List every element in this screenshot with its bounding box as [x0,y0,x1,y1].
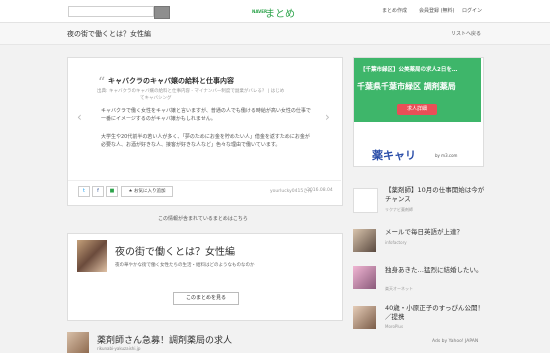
add-favorite-label: お気に入り追加 [133,189,166,194]
add-favorite-button[interactable]: ★ お気に入り追加 [121,186,173,197]
login-link[interactable]: ログイン [462,7,482,14]
create-matome-link[interactable]: まとめ作成 [382,7,407,14]
article-source[interactable]: 出典: キャバクラのキャバ嬢の給料と仕事内容 - マイナンバー制度で副業がバレる… [97,88,284,94]
register-link[interactable]: 会員登録 (無料) [419,7,455,14]
page-title: 夜の街で働くとは？女性編 [67,30,151,38]
prev-arrow-icon[interactable]: ‹ [77,110,82,124]
banner-logo-sub: by m3.com [435,153,458,158]
article-title[interactable]: キャバクラのキャバ嬢の給料と仕事内容 [108,76,234,86]
side-item-thumbnail[interactable] [353,229,376,252]
banner-line1[interactable]: 【千葉市緑区】公美薬局の求人2日を… [360,65,457,73]
side-item-thumbnail[interactable] [353,266,376,289]
banner-logo[interactable]: 薬キャリ [372,147,416,163]
side-item-title[interactable]: 【薬剤師】10月の仕事開始は今がチャンス [385,186,485,204]
article-paragraph: 大学生や20代前半の若い人が多く、「夢のためにお金を貯めたい人」借金を返すために… [101,134,310,148]
side-item-thumbnail[interactable] [353,188,378,213]
side-item-title[interactable]: 40歳・小原正子のすっぴん公開！／提携 [385,304,485,322]
article-paragraph: キャバクラで働く女性をキャバ嬢と言いますが、普通の人でも働ける時給が高い女性の仕… [101,108,311,122]
search-input[interactable] [68,6,154,17]
included-label: この情報が含まれているまとめはこちら [158,216,248,222]
twitter-share-icon[interactable]: t [78,186,90,197]
side-item-source: MoroPlus [385,324,404,329]
side-item-thumbnail[interactable] [353,306,376,329]
matome-description: 夜の華やかな街で働く女性たちの生活・給料はどのようなものなのか [115,263,255,268]
ad-url[interactable]: rikunabi-yakuzaishi.jp [97,346,140,351]
back-to-list-link[interactable]: リストへ戻る [451,30,481,37]
side-item-source: 楽天オーネット [385,286,413,291]
side-item-source: リクナビ薬剤師 [385,207,413,212]
side-item-title[interactable]: 独身あきた…猛烈に結婚したい。 [385,266,485,275]
line-share-icon[interactable]: ■ [106,186,118,197]
view-matome-button[interactable]: このまとめを見る [173,292,239,305]
banner-line2[interactable]: 千葉県千葉市緑区 調剤薬局 [357,81,456,92]
ads-by-label[interactable]: Ads by Yahoo! JAPAN [432,339,478,344]
side-item-source: infofactory [385,240,407,245]
banner-job-button[interactable]: 求人詳細 [397,104,437,115]
ad-thumbnail[interactable] [67,332,89,353]
ad-title[interactable]: 薬剤師さん急募！調剤薬局の求人 [97,333,232,346]
article-source-cont[interactable]: てキャバシング [140,95,172,101]
post-date: 2016.08.04 [307,188,333,193]
matome-title[interactable]: 夜の街で働くとは？女性編 [115,243,235,258]
logo-matome[interactable]: まとめ [265,5,295,20]
facebook-share-icon[interactable]: f [92,186,104,197]
search-button[interactable] [154,6,170,19]
side-item-title[interactable]: メールで毎日英語が上達？ [385,228,485,237]
matome-thumbnail[interactable] [77,240,107,272]
next-arrow-icon[interactable]: › [325,110,330,124]
author-name[interactable]: yourlucky0415さん [270,188,312,194]
